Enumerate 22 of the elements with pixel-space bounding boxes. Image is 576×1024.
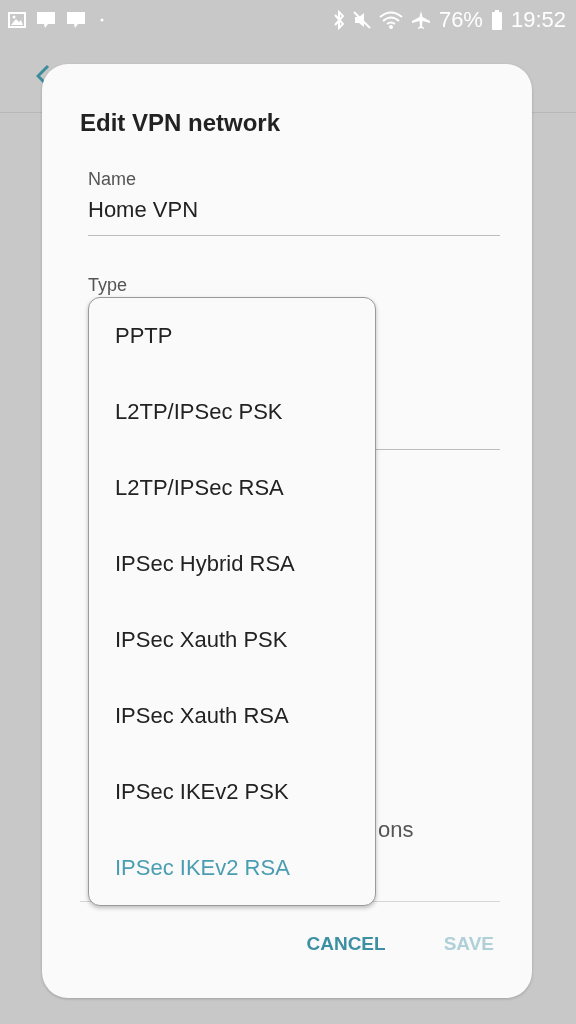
menu-item[interactable]: IPSec IKEv2 PSK	[89, 754, 375, 830]
name-field[interactable]: Name Home VPN	[88, 168, 500, 236]
image-icon	[8, 12, 26, 28]
message-icon	[66, 11, 86, 29]
menu-item[interactable]: L2TP/IPSec RSA	[89, 450, 375, 526]
battery-icon	[490, 10, 503, 30]
menu-item[interactable]: IPSec Xauth RSA	[89, 678, 375, 754]
menu-item[interactable]: PPTP	[89, 298, 375, 374]
menu-item[interactable]: IPSec Hybrid RSA	[89, 526, 375, 602]
message-icon	[36, 11, 56, 29]
field-label: Name	[88, 168, 137, 190]
menu-item[interactable]: IPSec Xauth PSK	[89, 602, 375, 678]
options-label: ons	[377, 816, 415, 844]
dialog-title: Edit VPN network	[80, 108, 282, 138]
mute-icon	[352, 11, 371, 29]
field-label: Type	[88, 274, 129, 296]
bluetooth-icon	[332, 10, 345, 30]
wifi-icon	[378, 11, 403, 29]
menu-item[interactable]: L2TP/IPSec PSK	[89, 374, 375, 450]
dialog-button[interactable]: CANCEL	[300, 924, 392, 964]
airplane-icon	[410, 10, 431, 30]
field-value: Home VPN	[88, 196, 200, 224]
